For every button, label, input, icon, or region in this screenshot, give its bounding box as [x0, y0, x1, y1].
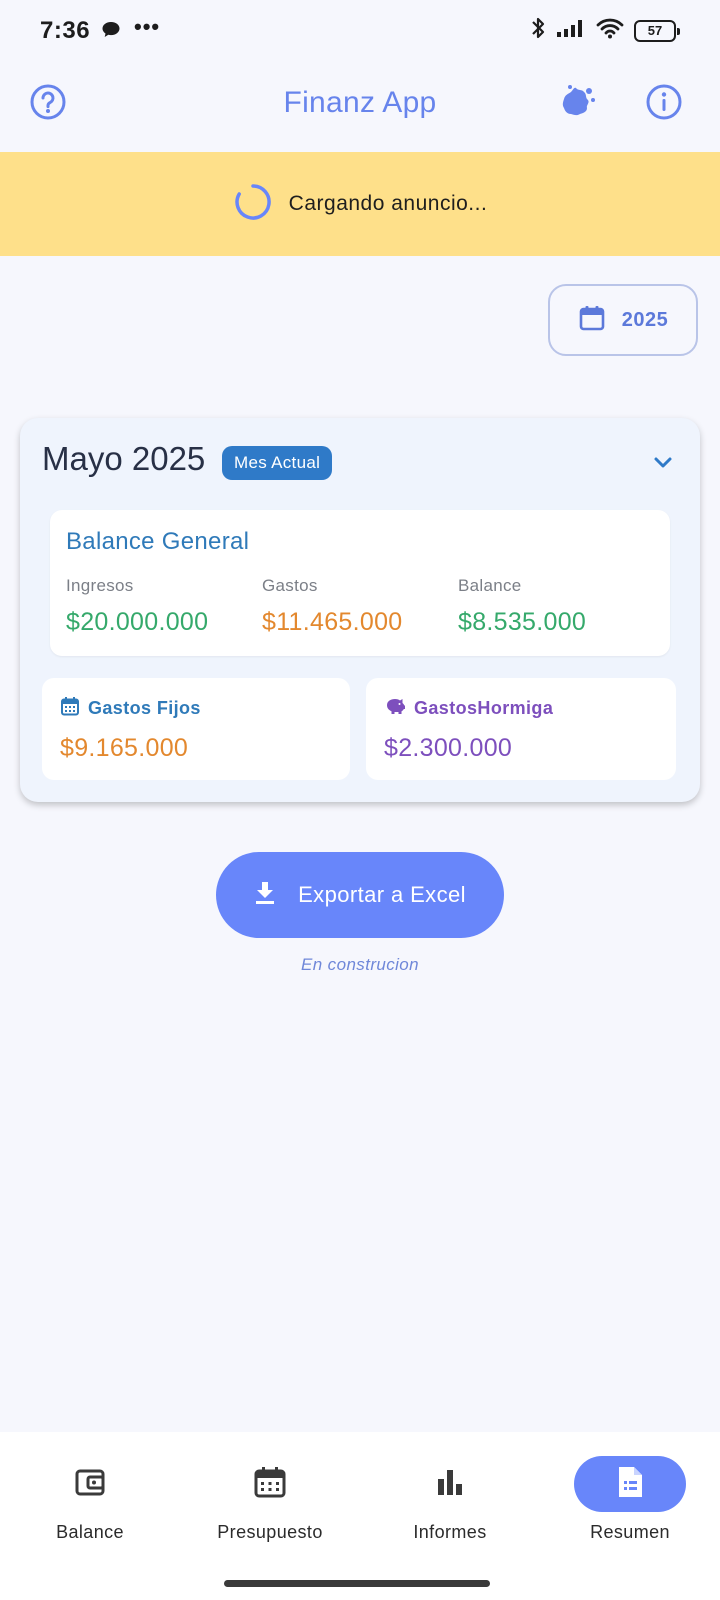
nav-label-balance: Balance [56, 1522, 124, 1542]
year-selector-button[interactable]: 2025 [548, 284, 698, 356]
app-bar: Finanz App [0, 64, 720, 152]
wifi-icon [596, 17, 624, 44]
status-bar: 7:36 ••• 57 [0, 0, 720, 64]
export-label: Exportar a Excel [298, 882, 466, 907]
nav-label-informes: Informes [413, 1522, 487, 1542]
balance-column: Balance $8.535.000 [458, 576, 586, 637]
ant-expenses-value: $2.300.000 [384, 734, 513, 762]
info-icon[interactable] [644, 82, 684, 122]
screen: 7:36 ••• 57 Finanz App Cargando anuncio.… [0, 0, 720, 1600]
chevron-down-icon[interactable] [648, 448, 678, 478]
battery-icon: 57 [634, 19, 680, 42]
app-title: Finanz App [283, 86, 437, 119]
current-month-badge: Mes Actual [222, 446, 333, 480]
home-indicator[interactable] [224, 1580, 490, 1587]
balance-general-card: Balance General Ingresos $20.000.000 Gas… [50, 510, 670, 656]
nav-icon-container [34, 1456, 146, 1512]
bluetooth-icon [530, 16, 546, 45]
document-icon [615, 1465, 645, 1504]
construction-note: En construcion [300, 955, 420, 974]
fixed-expenses-card[interactable]: Gastos Fijos $9.165.000 [42, 678, 350, 780]
bottom-navigation: Balance Presupuesto Informes Resumen [0, 1432, 720, 1600]
expenses-value: $11.465.000 [262, 608, 403, 636]
battery-level: 57 [647, 23, 663, 38]
wallet-icon [73, 1465, 107, 1504]
income-column: Ingresos $20.000.000 [66, 576, 208, 637]
nav-icon-container-active [574, 1456, 686, 1512]
year-value: 2025 [621, 308, 669, 331]
calendar-icon [578, 304, 606, 337]
nav-item-balance[interactable]: Balance [0, 1456, 180, 1543]
status-time: 7:36 [40, 17, 91, 44]
nav-item-presupuesto[interactable]: Presupuesto [180, 1456, 360, 1543]
nav-label-presupuesto: Presupuesto [217, 1522, 323, 1542]
piggy-bank-icon [384, 696, 406, 721]
income-value: $20.000.000 [66, 608, 209, 636]
month-title: Mayo 2025 [42, 440, 206, 477]
fixed-expenses-value: $9.165.000 [60, 734, 189, 762]
bar-chart-icon [433, 1465, 467, 1504]
chat-bubble-icon [101, 20, 121, 45]
nav-item-informes[interactable]: Informes [360, 1456, 540, 1543]
ant-expenses-card[interactable]: GastosHormiga $2.300.000 [366, 678, 676, 780]
nav-label-resumen: Resumen [590, 1522, 670, 1542]
ad-banner: Cargando anuncio... [0, 152, 720, 256]
income-label: Ingresos [66, 576, 134, 595]
export-excel-button[interactable]: Exportar a Excel [216, 852, 504, 938]
download-icon [254, 880, 276, 911]
paint-splash-icon[interactable] [556, 82, 596, 122]
ant-expenses-header: GastosHormiga [384, 696, 553, 721]
calendar-grid-icon [253, 1465, 287, 1504]
fixed-expenses-header: Gastos Fijos [60, 696, 201, 721]
nav-icon-container [394, 1456, 506, 1512]
nav-item-resumen[interactable]: Resumen [540, 1456, 720, 1543]
signal-icon [556, 18, 586, 43]
month-card: Mayo 2025 Mes Actual Balance General Ing… [20, 418, 700, 802]
loading-spinner-icon [233, 182, 273, 227]
balance-label: Balance [458, 576, 522, 595]
ant-expenses-label: GastosHormiga [414, 698, 554, 718]
balance-value: $8.535.000 [458, 608, 587, 636]
nav-icon-container [214, 1456, 326, 1512]
fixed-expenses-label: Gastos Fijos [88, 698, 201, 718]
expenses-column: Gastos $11.465.000 [262, 576, 402, 637]
more-dots-icon: ••• [134, 14, 161, 39]
calendar-icon [60, 696, 80, 721]
expenses-label: Gastos [262, 576, 318, 595]
status-icons: 57 [530, 16, 680, 45]
balance-general-title: Balance General [66, 528, 250, 555]
ad-loading-text: Cargando anuncio... [288, 192, 488, 215]
